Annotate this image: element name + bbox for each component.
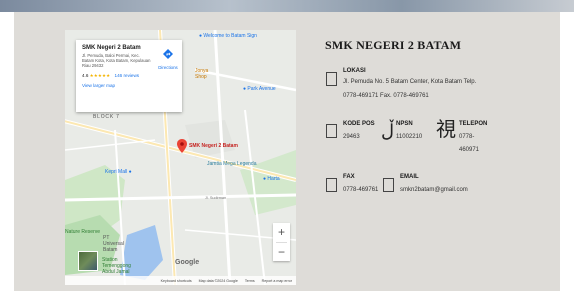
map-label-harta[interactable]: ● Harta	[263, 176, 280, 182]
embedded-map[interactable]: ● Welcome to Batam Sign Jonya Shop ● Par…	[65, 30, 296, 285]
star-rating-icon: ★★★★★	[89, 72, 111, 78]
location-icon	[326, 72, 337, 86]
lokasi-label: LOKASI	[343, 68, 366, 74]
npsn-label: NPSN	[396, 121, 413, 127]
map-label-ptu[interactable]: PT Universal Batam	[103, 235, 131, 253]
zoom-out-button[interactable]: −	[273, 243, 290, 262]
place-address: Jl. Pemuda, Baloi Permai, Kec. Batam Kot…	[82, 53, 151, 69]
report-error-link[interactable]: Report a map error	[262, 279, 292, 283]
zoom-in-button[interactable]: +	[273, 223, 290, 242]
zoom-controls: + −	[273, 223, 290, 261]
keyboard-shortcuts-link[interactable]: Keyboard shortcuts	[161, 279, 192, 283]
map-label-station[interactable]: Station Temenggong Abdul Jamal	[102, 257, 142, 275]
telepon-value-line2: 460971	[459, 147, 480, 153]
lokasi-address-line1: Jl. Pemuda No. 5 Batam Center, Kota Bata…	[343, 79, 477, 85]
lokasi-address-line2: 0778-469171 Fax. 0778-469761	[343, 93, 429, 99]
telepon-value-line1: 0778-	[459, 134, 475, 140]
location-pin-icon[interactable]	[177, 139, 187, 158]
email-value[interactable]: smkn2batam@gmail.com	[400, 186, 468, 195]
telephone-icon: 視	[436, 119, 456, 141]
postcode-icon	[326, 124, 337, 138]
reviews-link[interactable]: 146 reviews	[115, 73, 140, 78]
map-attribution: Keyboard shortcuts Map data ©2024 Google…	[65, 276, 296, 285]
map-label-shop[interactable]: Jonya Shop	[195, 68, 213, 80]
terms-link[interactable]: Terms	[245, 279, 255, 283]
place-rating: 4.6 ★★★★★ 146 reviews	[82, 72, 140, 78]
header-image-strip	[0, 0, 574, 12]
map-label-park[interactable]: ● Park Avenue	[243, 86, 276, 92]
directions-icon	[163, 49, 173, 59]
map-label-reserve[interactable]: Nature Reserve	[65, 229, 100, 235]
email-icon	[383, 178, 394, 192]
map-label-block: BLOCK 7	[93, 114, 120, 120]
place-info-card: SMK Negeri 2 Batam Jl. Pemuda, Baloi Per…	[76, 40, 182, 112]
fax-value: 0778-469761	[343, 187, 379, 193]
kodepos-label: KODE POS	[343, 121, 375, 127]
npsn-value: 11002210	[396, 134, 423, 140]
kodepos-value: 29463	[343, 134, 360, 140]
google-logo: Google	[175, 259, 200, 266]
map-label-welcome[interactable]: ● Welcome to Batam Sign	[199, 33, 257, 39]
school-name-heading: SMK NEGERI 2 BATAM	[325, 38, 462, 52]
directions-button[interactable]: Directions	[157, 46, 179, 70]
map-label-kepri[interactable]: Kepri Mall ●	[105, 169, 132, 175]
map-data-text: Map data ©2024 Google	[198, 278, 238, 283]
view-larger-map-link[interactable]: View larger map	[82, 83, 176, 88]
fax-icon	[326, 178, 337, 192]
fax-label: FAX	[343, 174, 355, 180]
email-label: EMAIL	[400, 174, 419, 180]
pin-label[interactable]: SMK Negeri 2 Batam	[189, 143, 238, 149]
telepon-label: TELEPON	[459, 121, 488, 127]
map-label-jamtia[interactable]: Jamtia Mega Legenda	[207, 161, 256, 167]
map-label-street: Jl. Sudirman	[205, 196, 227, 200]
satellite-toggle[interactable]	[78, 251, 98, 271]
npsn-icon: ڵ	[381, 121, 395, 141]
